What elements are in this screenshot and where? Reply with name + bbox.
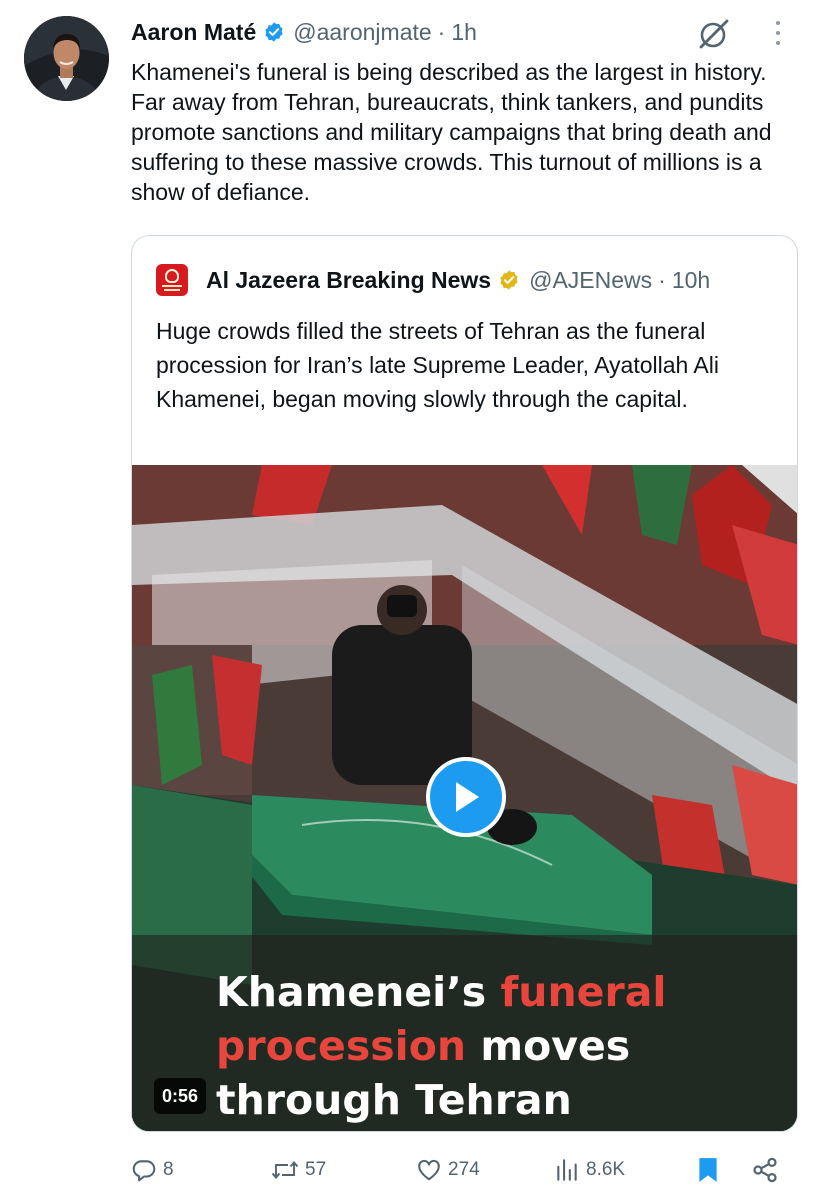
bookmark-icon bbox=[695, 1156, 721, 1184]
play-button[interactable] bbox=[426, 757, 506, 837]
repost-button[interactable]: 57 bbox=[271, 1154, 326, 1186]
bookmark-button[interactable] bbox=[695, 1154, 727, 1186]
like-button[interactable]: 274 bbox=[416, 1154, 480, 1186]
post-time[interactable]: 1h bbox=[451, 19, 477, 46]
quoted-tweet-card[interactable]: Al Jazeera Breaking News @AJENews · 10h … bbox=[131, 235, 798, 1132]
caption-text-3: procession bbox=[216, 1022, 467, 1070]
reply-button[interactable]: 8 bbox=[131, 1154, 174, 1186]
tweet-header: Aaron Maté @aaronjmate · 1h bbox=[131, 14, 477, 50]
separator-dot: · bbox=[658, 266, 666, 293]
heart-icon bbox=[416, 1157, 442, 1183]
tweet-text: Khamenei's funeral is being described as… bbox=[131, 59, 772, 205]
reply-icon bbox=[131, 1157, 157, 1183]
al-jazeera-logo[interactable] bbox=[156, 264, 188, 296]
video-duration: 0:56 bbox=[154, 1078, 207, 1114]
like-count: 274 bbox=[448, 1159, 480, 1180]
quoted-author-name[interactable]: Al Jazeera Breaking News bbox=[206, 267, 491, 294]
gold-verified-badge-icon[interactable] bbox=[498, 269, 520, 291]
author-handle[interactable]: @aaronjmate bbox=[293, 19, 431, 46]
avatar-image bbox=[24, 16, 109, 101]
reply-count: 8 bbox=[163, 1159, 174, 1180]
caption-text-4: moves bbox=[466, 1022, 631, 1070]
views-icon bbox=[554, 1157, 580, 1183]
action-bar: 8 57 274 8.6K bbox=[131, 1150, 791, 1190]
author-name[interactable]: Aaron Maté bbox=[131, 19, 256, 46]
quoted-tweet-text: Huge crowds filled the streets of Tehran… bbox=[156, 318, 719, 412]
quoted-tweet-header: Al Jazeera Breaking News @AJENews · 10h bbox=[156, 262, 710, 298]
repost-icon bbox=[271, 1157, 299, 1183]
video-caption: Khamenei’s funeral procession moves thro… bbox=[216, 965, 776, 1127]
caption-text-5: through Tehran bbox=[216, 1076, 572, 1124]
share-icon bbox=[751, 1156, 779, 1184]
views-button[interactable]: 8.6K bbox=[554, 1154, 625, 1186]
video-player[interactable]: Khamenei’s funeral procession moves thro… bbox=[132, 465, 797, 1131]
grok-icon[interactable] bbox=[694, 14, 734, 54]
quoted-post-time[interactable]: 10h bbox=[672, 267, 710, 294]
share-button[interactable] bbox=[751, 1154, 785, 1186]
more-icon[interactable] bbox=[770, 18, 786, 48]
caption-text-2: funeral bbox=[500, 968, 667, 1016]
caption-text-1: Khamenei’s bbox=[216, 968, 501, 1016]
verified-badge-icon[interactable] bbox=[263, 21, 285, 43]
play-icon bbox=[456, 782, 479, 812]
separator-dot: · bbox=[437, 18, 446, 45]
repost-count: 57 bbox=[305, 1159, 327, 1180]
author-avatar[interactable] bbox=[24, 16, 109, 101]
quoted-author-handle[interactable]: @AJENews bbox=[529, 267, 652, 294]
view-count: 8.6K bbox=[586, 1159, 626, 1180]
